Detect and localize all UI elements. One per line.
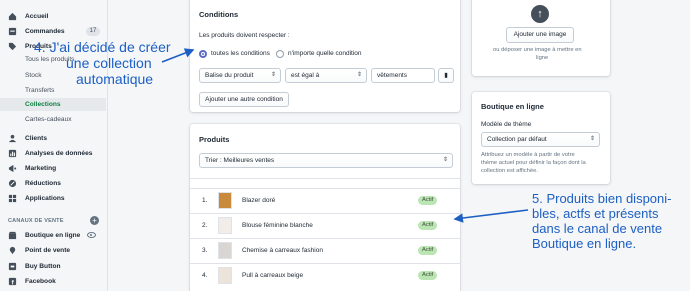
annotation-arrows bbox=[161, 48, 529, 223]
arrow-to-products bbox=[453, 209, 529, 223]
arrow-to-conditions bbox=[161, 48, 195, 63]
